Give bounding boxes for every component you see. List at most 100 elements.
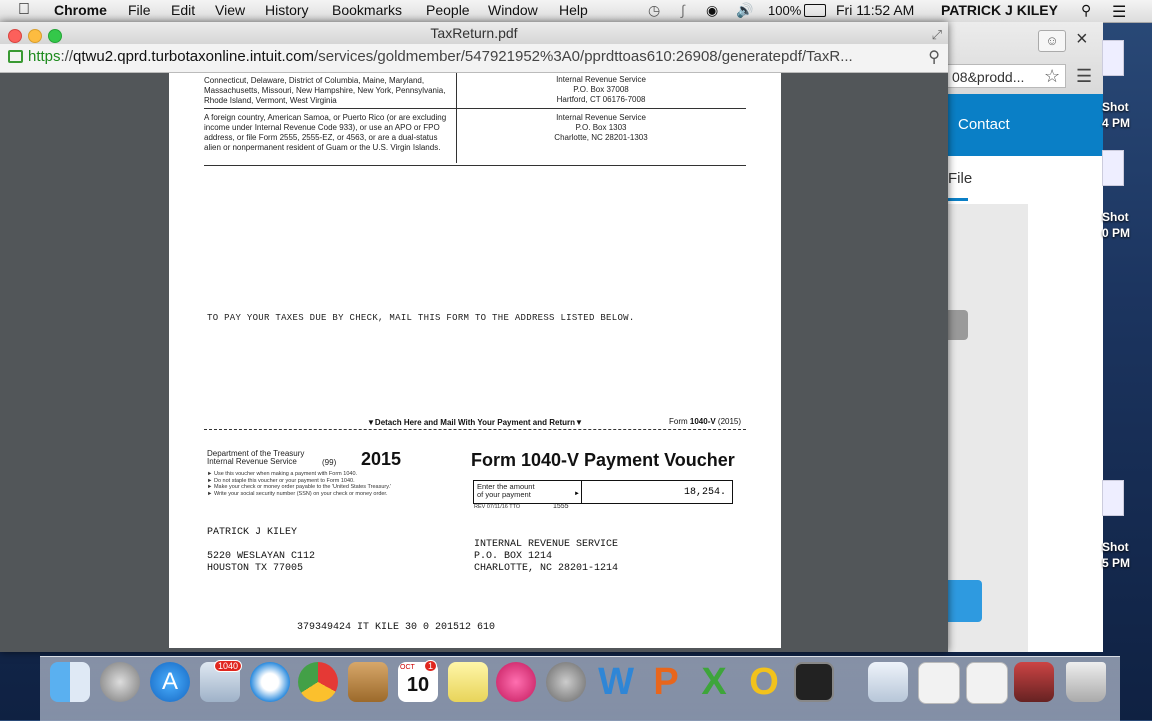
battery-icon[interactable]: [804, 4, 826, 17]
menu-people[interactable]: People: [426, 2, 470, 18]
menu-history[interactable]: History: [265, 2, 309, 18]
box-divider: [581, 481, 582, 503]
zoom-icon[interactable]: ⚲: [928, 47, 940, 67]
desktop-screenshot-file[interactable]: Shot 4 PM: [1102, 40, 1152, 130]
form-year: (2015): [715, 417, 742, 426]
close-icon[interactable]: ×: [1076, 28, 1088, 51]
safari-icon[interactable]: [250, 662, 290, 702]
menu-window[interactable]: Window: [488, 2, 538, 18]
menu-icon[interactable]: ☰: [1076, 66, 1092, 87]
states-cell: Connecticut, Delaware, District of Colum…: [204, 76, 446, 105]
irs-po-box: P.O. BOX 1214: [474, 551, 553, 562]
minimize-window-button[interactable]: [28, 29, 42, 43]
file-label: 0 PM: [1102, 226, 1131, 240]
tab-underline: [948, 198, 968, 201]
detach-dashed-line: [204, 429, 746, 430]
payment-amount: 18,254.: [683, 487, 726, 498]
desktop-screenshot-file[interactable]: Shot 0 PM: [1102, 150, 1152, 240]
chrome-icon[interactable]: [298, 662, 338, 702]
preview-window-icon[interactable]: [868, 662, 908, 702]
irs-line: Hartford, CT 06176-7008: [556, 95, 646, 104]
file-tab[interactable]: File: [948, 170, 972, 187]
calendar-badge: 1: [424, 660, 438, 672]
address-bar[interactable]: https://qtwu2.qprd.turbotaxonline.intuit…: [0, 44, 948, 73]
arrow-icon: ►: [574, 491, 580, 497]
voucher-instructions: ► Use this voucher when making a payment…: [207, 471, 391, 497]
gray-button[interactable]: [948, 310, 968, 340]
menu-edit[interactable]: Edit: [171, 2, 195, 18]
table-row: A foreign country, American Samoa, or Pu…: [204, 109, 746, 166]
url-path: /services/goldmember/547921952%3A0/pprdt…: [314, 48, 853, 65]
contact-link[interactable]: Contact: [958, 116, 1010, 133]
user-name[interactable]: PATRICK J KILEY: [941, 2, 1058, 18]
tax-year: 2015: [361, 449, 402, 469]
volume-icon[interactable]: 🔊: [736, 2, 753, 19]
amount-label-line: of your payment: [477, 490, 531, 499]
irs-address-table: Connecticut, Delaware, District of Colum…: [204, 73, 746, 166]
wifi-icon[interactable]: ◉: [706, 2, 718, 19]
close-window-button[interactable]: [8, 29, 22, 43]
excel-icon[interactable]: X: [694, 662, 734, 702]
irs-line: Internal Revenue Service: [556, 75, 646, 84]
outlook-icon[interactable]: O: [744, 662, 784, 702]
url-host: qtwu2.qprd.turbotaxonline.intuit.com: [73, 48, 315, 65]
menu-help[interactable]: Help: [559, 2, 588, 18]
irs-line: P.O. Box 1303: [575, 123, 627, 132]
launchpad-icon[interactable]: [100, 662, 140, 702]
payer-city: HOUSTON TX 77005: [207, 563, 304, 574]
notes-icon[interactable]: [448, 662, 488, 702]
image-stack-icon[interactable]: [1014, 662, 1054, 702]
powerpoint-icon[interactable]: P: [646, 662, 686, 702]
background-browser-window: ☺ × 08&prodd... ☆ ☰ Contact File: [947, 22, 1103, 652]
clock[interactable]: Fri 11:52 AM: [836, 2, 914, 18]
app-menu-chrome[interactable]: Chrome: [54, 2, 107, 18]
payment-instruction: TO PAY YOUR TAXES DUE BY CHECK, MAIL THI…: [207, 313, 635, 323]
battery-percent[interactable]: 100%: [768, 3, 801, 18]
irs-name: INTERNAL REVENUE SERVICE: [474, 539, 619, 550]
table-row: Connecticut, Delaware, District of Colum…: [204, 73, 746, 109]
pdf-viewer[interactable]: Connecticut, Delaware, District of Colum…: [0, 73, 948, 652]
contacts-icon[interactable]: [348, 662, 388, 702]
pdf-browser-window: TaxReturn.pdf ⤢ https://qtwu2.qprd.turbo…: [0, 22, 948, 652]
file-label: Shot: [1102, 100, 1129, 114]
time-machine-icon[interactable]: ◷: [648, 2, 660, 19]
profile-icon[interactable]: ☺: [1038, 30, 1066, 52]
url-text[interactable]: https://qtwu2.qprd.turbotaxonline.intuit…: [28, 48, 918, 65]
payer-address: PATRICK J KILEY 5220 WESLAYAN C112 HOUST…: [207, 527, 315, 575]
bluetooth-icon[interactable]: ∫: [681, 2, 685, 18]
activity-monitor-icon[interactable]: [794, 662, 834, 702]
department-line: Internal Revenue Service: [207, 457, 297, 466]
png-file-icon[interactable]: [918, 662, 960, 704]
bookmark-star-icon[interactable]: ☆: [1044, 66, 1060, 87]
itunes-icon[interactable]: [496, 662, 536, 702]
app-store-icon[interactable]: A: [150, 662, 190, 702]
desktop-screenshot-file[interactable]: Shot 5 PM: [1102, 480, 1152, 570]
file-label: 5 PM: [1102, 556, 1131, 570]
notification-center-icon[interactable]: ☰: [1112, 2, 1126, 22]
trash-icon[interactable]: [1066, 662, 1106, 702]
lock-icon[interactable]: [8, 50, 23, 63]
irs-mailing-address: INTERNAL REVENUE SERVICE P.O. BOX 1214 C…: [474, 539, 618, 575]
form-code: 1555: [553, 503, 569, 510]
file-thumbnail-icon: [1102, 480, 1124, 516]
pdf-page: Connecticut, Delaware, District of Colum…: [169, 73, 781, 648]
apple-menu-icon[interactable]: : [18, 1, 30, 19]
fullscreen-icon[interactable]: ⤢: [932, 24, 942, 46]
zoom-window-button[interactable]: [48, 29, 62, 43]
menu-bookmarks[interactable]: Bookmarks: [332, 2, 402, 18]
file-label: Shot: [1102, 540, 1129, 554]
file-thumbnail-icon: [1102, 40, 1124, 76]
window-titlebar[interactable]: TaxReturn.pdf ⤢: [0, 22, 948, 44]
system-preferences-icon[interactable]: [546, 662, 586, 702]
mail-badge: 1040: [214, 660, 243, 672]
pdf-file-icon[interactable]: [966, 662, 1008, 704]
menu-file[interactable]: File: [128, 2, 151, 18]
form-number: 1040-V: [689, 417, 716, 426]
spotlight-icon[interactable]: ⚲: [1081, 2, 1091, 19]
menu-view[interactable]: View: [215, 2, 245, 18]
finder-icon[interactable]: [50, 662, 90, 702]
blue-button[interactable]: [948, 580, 982, 622]
instruction-item: ► Write your social security number (SSN…: [207, 490, 388, 497]
word-icon[interactable]: W: [596, 662, 636, 702]
